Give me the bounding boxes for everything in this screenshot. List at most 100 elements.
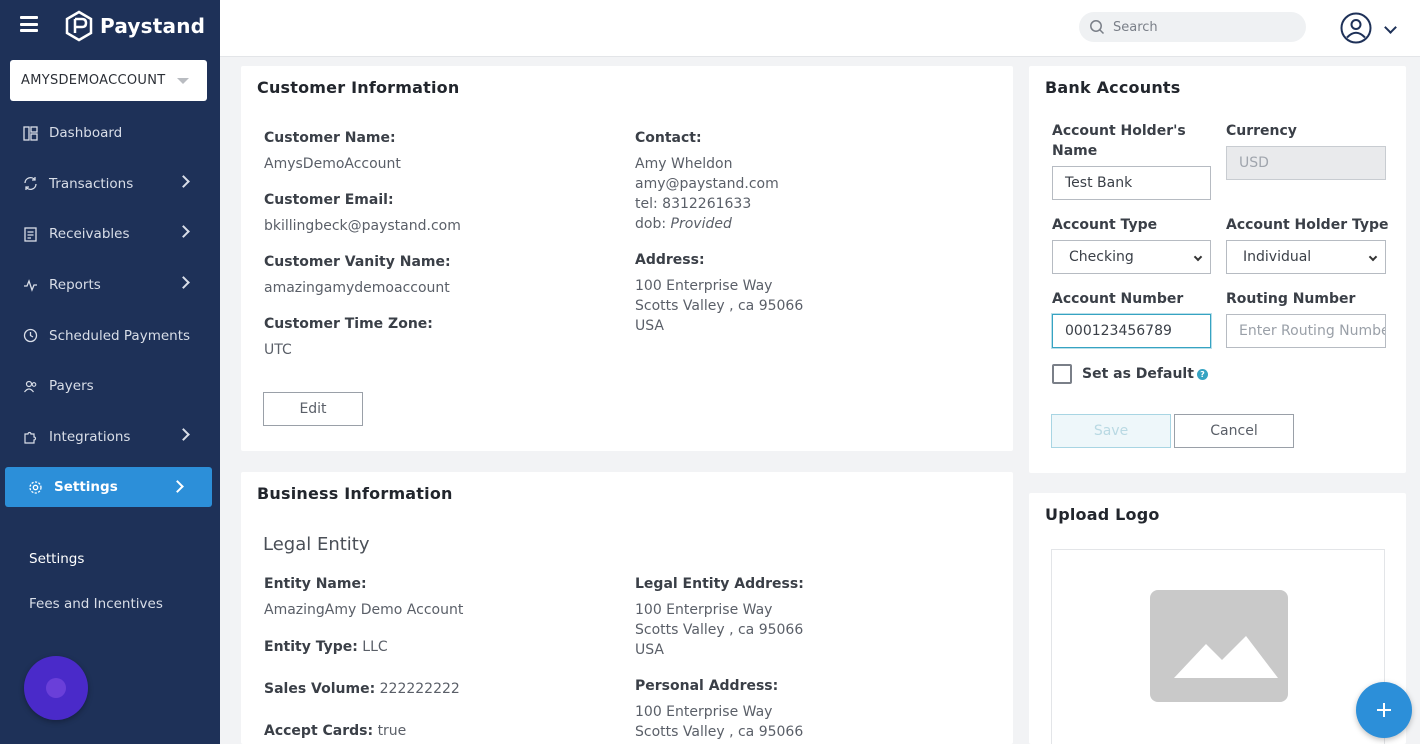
clock-icon (22, 328, 38, 344)
entity-name-label: Entity Name: (264, 576, 367, 592)
image-placeholder-icon (1150, 590, 1288, 702)
contact-phone: tel: 8312261633 (635, 196, 752, 212)
sidebar-item-receivables[interactable]: Receivables (0, 209, 220, 260)
card-title: Business Information (257, 484, 453, 503)
search-input[interactable] (1113, 19, 1293, 35)
customer-vanity-label: Customer Vanity Name: (264, 254, 451, 270)
legal-address-line-3: USA (635, 642, 664, 658)
holder-type-select[interactable]: Individual (1226, 240, 1386, 274)
upload-logo-card: Upload Logo (1029, 493, 1406, 744)
chevron-down-icon (1193, 252, 1203, 262)
bank-accounts-card: Bank Accounts Account Holder's Name Test… (1029, 66, 1406, 473)
accept-cards-label: Accept Cards: (264, 723, 374, 739)
sidebar-item-label: Settings (54, 479, 118, 496)
sidebar-item-transactions[interactable]: Transactions (0, 159, 220, 210)
chevron-right-icon (171, 480, 184, 494)
legal-entity-heading: Legal Entity (263, 534, 370, 555)
sidebar-item-label: Scheduled Payments (49, 327, 191, 344)
set-default-label: Set as Default? (1082, 364, 1208, 384)
sidebar-item-payers[interactable]: Payers (0, 361, 220, 412)
brand-logo[interactable]: Paystand (64, 10, 205, 42)
customer-name-label: Customer Name: (264, 130, 396, 146)
edit-button[interactable]: Edit (263, 392, 363, 426)
card-title: Customer Information (257, 78, 460, 97)
account-number-label: Account Number (1052, 291, 1184, 307)
sidebar-item-reports[interactable]: Reports (0, 260, 220, 311)
sidebar-item-label: Receivables (49, 226, 130, 243)
address-label: Address: (635, 252, 705, 268)
holder-name-label: Account Holder's Name (1052, 121, 1186, 161)
routing-number-input[interactable]: Enter Routing Number (1226, 314, 1386, 348)
sidebar-item-scheduled-payments[interactable]: Scheduled Payments (0, 310, 220, 361)
customer-name-value: AmysDemoAccount (264, 156, 401, 172)
set-default-text: Set as Default (1082, 366, 1194, 382)
brand-name: Paystand (100, 14, 206, 38)
chevron-right-icon (177, 275, 190, 289)
add-fab-button[interactable] (1356, 682, 1412, 738)
dashboard-icon (22, 125, 38, 141)
sidebar-item-label: Reports (49, 277, 101, 294)
chevron-right-icon (177, 225, 190, 239)
chat-launcher-button[interactable] (24, 656, 88, 720)
search-box[interactable] (1079, 12, 1306, 42)
reports-icon (22, 277, 38, 293)
routing-number-label: Routing Number (1226, 291, 1356, 307)
address-line-3: USA (635, 318, 664, 334)
sidebar: Paystand AMYSDEMOACCOUNT Dashboard Trans… (0, 0, 220, 744)
address-line-2: Scotts Valley , ca 95066 (635, 298, 804, 314)
account-number-input[interactable]: 000123456789 (1052, 314, 1211, 348)
sales-volume-label: Sales Volume: (264, 681, 376, 697)
contact-dob: dob: Provided (635, 214, 732, 234)
dob-value: Provided (670, 216, 732, 232)
accept-cards-row: Accept Cards: true (264, 721, 406, 741)
sidebar-item-integrations[interactable]: Integrations (0, 412, 220, 463)
paystand-logo-icon (65, 10, 93, 42)
chevron-down-icon (1368, 252, 1378, 262)
sidebar-item-label: Integrations (49, 428, 131, 445)
gear-icon (27, 479, 43, 495)
entity-type-label: Entity Type: (264, 639, 358, 655)
holder-name-input[interactable]: Test Bank (1052, 166, 1211, 200)
accept-cards-value: true (377, 723, 407, 739)
holder-name-label-line-2: Name (1052, 143, 1098, 159)
personal-address-line-2: Scotts Valley , ca 95066 (635, 724, 804, 740)
business-info-card: Business Information Legal Entity Entity… (241, 472, 1013, 744)
currency-input: USD (1226, 146, 1386, 180)
holder-type-label: Account Holder Type (1226, 217, 1389, 233)
personal-address-line-1: 100 Enterprise Way (635, 704, 773, 720)
customer-info-card: Customer Information Customer Name: Amys… (241, 66, 1013, 451)
customer-email-value: bkillingbeck@paystand.com (264, 218, 461, 234)
help-icon[interactable]: ? (1196, 368, 1208, 380)
entity-name-value: AmazingAmy Demo Account (264, 602, 464, 618)
sidebar-nav: Dashboard Transactions Receivables Repor… (0, 108, 220, 512)
customer-email-label: Customer Email: (264, 192, 394, 208)
entity-type-row: Entity Type: LLC (264, 637, 388, 657)
transactions-icon (22, 176, 38, 192)
account-type-select[interactable]: Checking (1052, 240, 1211, 274)
contact-name: Amy Wheldon (635, 156, 733, 172)
currency-label: Currency (1226, 123, 1297, 139)
legal-address-label: Legal Entity Address: (635, 576, 804, 592)
chevron-down-icon[interactable] (1384, 21, 1397, 34)
cancel-button[interactable]: Cancel (1174, 414, 1294, 448)
subnav-item-settings[interactable]: Settings (29, 548, 163, 593)
sales-volume-value: 222222222 (379, 681, 460, 697)
account-type-label: Account Type (1052, 217, 1158, 233)
save-button[interactable]: Save (1051, 414, 1171, 448)
logo-dropzone[interactable] (1051, 549, 1385, 744)
caret-down-icon (177, 78, 189, 84)
customer-vanity-value: amazingamydemoaccount (264, 280, 450, 296)
holder-type-value: Individual (1243, 249, 1312, 265)
top-bar (220, 0, 1420, 57)
card-title: Bank Accounts (1045, 78, 1181, 97)
menu-icon[interactable] (20, 16, 38, 32)
sidebar-item-settings[interactable]: Settings (5, 467, 212, 508)
sidebar-item-dashboard[interactable]: Dashboard (0, 108, 220, 159)
sales-volume-row: Sales Volume: 222222222 (264, 679, 460, 699)
account-selector[interactable]: AMYSDEMOACCOUNT (10, 60, 207, 101)
contact-label: Contact: (635, 130, 702, 146)
set-default-checkbox[interactable] (1052, 364, 1072, 384)
subnav-item-fees[interactable]: Fees and Incentives (29, 593, 163, 638)
user-avatar-icon[interactable] (1340, 12, 1372, 44)
customer-timezone-value: UTC (264, 342, 292, 358)
